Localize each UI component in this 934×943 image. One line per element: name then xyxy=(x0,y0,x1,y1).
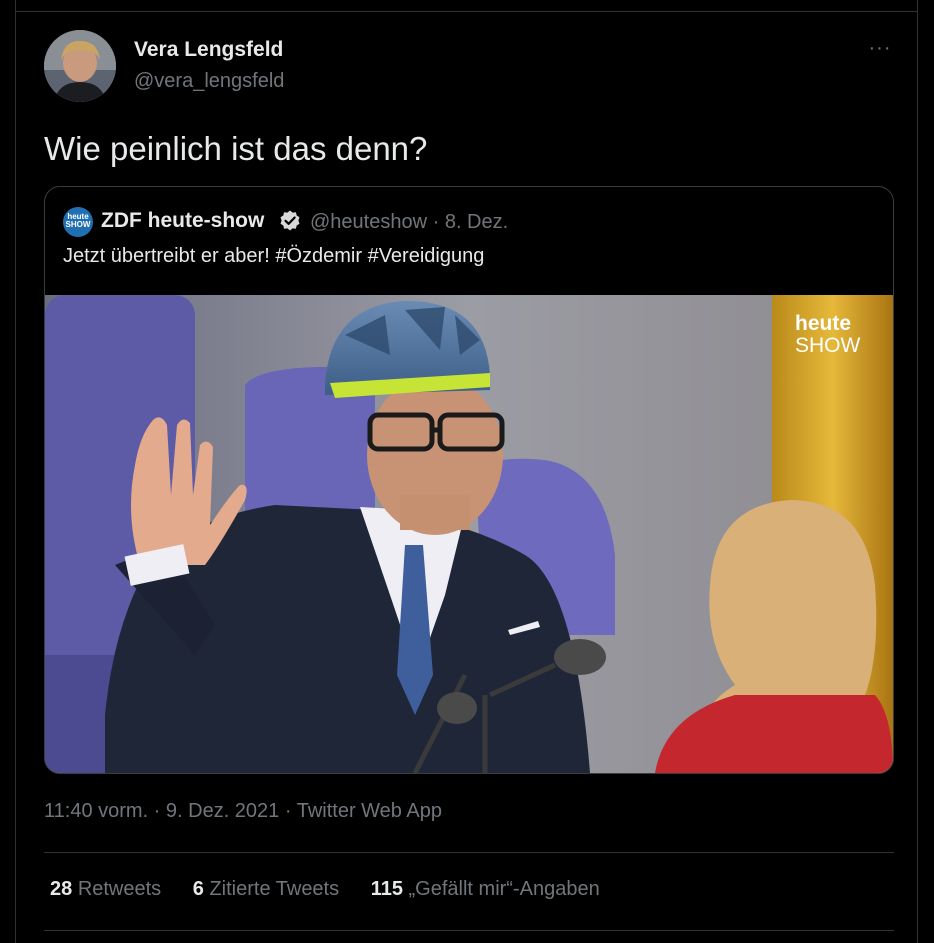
more-options-icon[interactable]: ··· xyxy=(866,36,894,60)
divider xyxy=(44,930,894,931)
quote-tweets-label: Zitierte Tweets xyxy=(209,878,340,900)
quoted-tweet-image[interactable]: heute SHOW xyxy=(45,295,893,773)
likes-count: 115 xyxy=(370,878,403,900)
quoted-tweet-card[interactable]: heute SHOW ZDF heute-show @heuteshow · 8… xyxy=(44,186,894,774)
author-handle[interactable]: @vera_lengsfeld xyxy=(134,70,284,93)
quote-tweets-count: 6 xyxy=(192,878,204,900)
verified-badge-icon xyxy=(280,210,300,231)
quoted-avatar-logo-text: heute SHOW xyxy=(65,212,91,229)
avatar-photo xyxy=(44,30,116,102)
divider xyxy=(44,852,894,853)
likes-label: „Gefällt mir“-Angaben xyxy=(408,878,600,900)
tweet-timestamp[interactable]: 11:40 vorm. · 9. Dez. 2021 · Twitter Web… xyxy=(44,800,442,823)
watermark-line2: SHOW xyxy=(795,334,861,357)
retweets-label: Retweets xyxy=(77,878,162,900)
quoted-handle-date[interactable]: @heuteshow · 8. Dez. xyxy=(310,211,508,234)
tweet-text: Wie peinlich ist das denn? xyxy=(44,130,428,167)
likes-stat[interactable]: 115 „Gefällt mir“-Angaben xyxy=(371,878,600,901)
frame-border-top xyxy=(15,11,918,12)
quote-tweets-stat[interactable]: 6 Zitierte Tweets xyxy=(193,878,339,901)
quoted-author-avatar[interactable]: heute SHOW xyxy=(63,207,93,237)
retweets-stat[interactable]: 28 Retweets xyxy=(50,878,161,901)
quoted-author-name[interactable]: ZDF heute-show xyxy=(101,209,264,233)
image-scene xyxy=(45,295,893,773)
author-name[interactable]: Vera Lengsfeld xyxy=(134,38,283,62)
engagement-stats: 28 Retweets 6 Zitierte Tweets 115 „Gefäl… xyxy=(50,878,626,901)
watermark-line1: heute xyxy=(795,312,852,335)
author-avatar[interactable] xyxy=(44,30,116,102)
frame-border-left xyxy=(15,0,16,943)
heute-show-watermark: heute SHOW xyxy=(795,313,860,357)
quoted-tweet-text: Jetzt übertreibt er aber! #Özdemir #Vere… xyxy=(63,245,485,267)
retweets-count: 28 xyxy=(50,878,73,900)
frame-border-right xyxy=(917,0,918,943)
